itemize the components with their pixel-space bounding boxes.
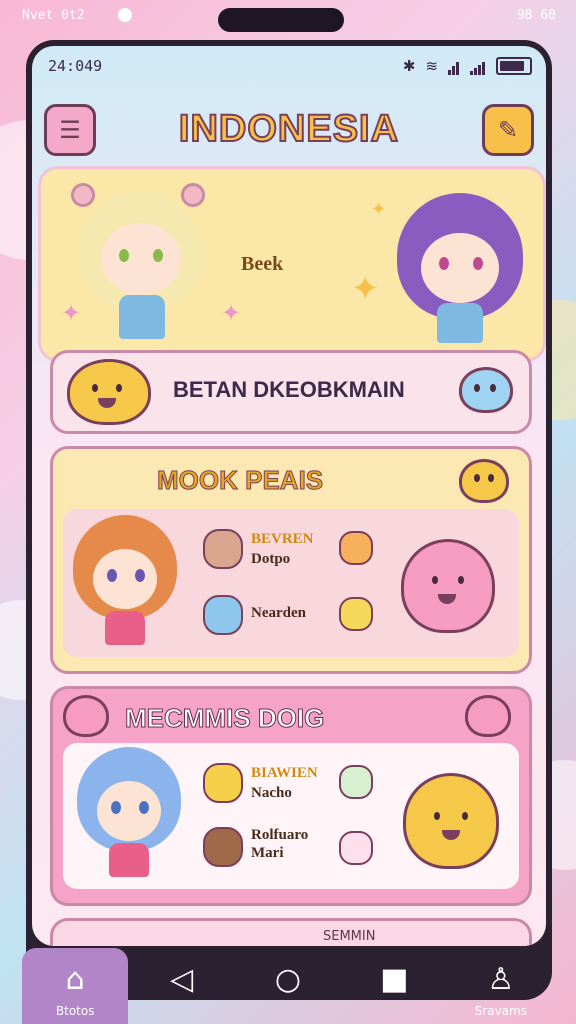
brown-bear-sticker-icon xyxy=(203,827,243,867)
chibi-blue-character xyxy=(77,747,187,883)
section-2-item-2: Nacho xyxy=(251,785,292,801)
nav-profile[interactable]: ♙ Sravams xyxy=(448,948,554,1024)
camera-dot-icon xyxy=(118,8,132,22)
nav-home[interactable]: ⌂ Btotos xyxy=(22,948,129,1024)
bluetooth-icon: ✱ xyxy=(402,57,416,75)
section-2-item-4: Mari xyxy=(251,845,284,861)
banner-label: BETAN DKEOBKMAIN xyxy=(173,377,405,402)
section-2-item-3: Rolfuaro xyxy=(251,827,309,843)
status-time: 24:049 xyxy=(48,57,103,75)
home-icon: ⌂ xyxy=(65,962,85,997)
section-1-content: BEVREN Dotpo Nearden xyxy=(63,509,519,657)
wifi-icon: ≋ xyxy=(425,57,438,75)
yellow-blob-icon xyxy=(403,773,499,869)
section-2-title: MECMMIS DOIG xyxy=(124,703,325,734)
phone-frame: 24:049 ✱ ≋ ☰ INDONESIA ✎ ✦ ✦ ✦ ✦ Beek BE… xyxy=(26,40,552,1000)
section-1-item-3: Nearden xyxy=(251,605,306,621)
bottom-nav: ⌂ Btotos ◁ ○ ■ ♙ Sravams xyxy=(22,948,554,1024)
app-screen: 24:049 ✱ ≋ ☰ INDONESIA ✎ ✦ ✦ ✦ ✦ Beek BE… xyxy=(32,46,546,946)
hero-banner[interactable]: ✦ ✦ ✦ ✦ Beek xyxy=(38,166,546,362)
signal-2-icon xyxy=(470,57,486,75)
home-circle-icon: ○ xyxy=(274,962,302,997)
app-bar: ☰ INDONESIA ✎ xyxy=(32,94,546,164)
nav-profile-label: Sravams xyxy=(474,1004,527,1018)
sparkle-icon: ✦ xyxy=(221,299,242,327)
cat-sticker-icon xyxy=(203,595,243,635)
status-bar: 24:049 ✱ ≋ xyxy=(32,52,546,82)
pink-blob-icon xyxy=(401,539,495,633)
profile-icon: ♙ xyxy=(487,962,515,997)
bunny-sticker-icon xyxy=(339,597,373,631)
status-icons: ✱ ≋ xyxy=(403,57,532,75)
signal-icon xyxy=(448,57,460,75)
turnip-sticker-icon xyxy=(339,765,373,799)
bear-sticker-icon xyxy=(203,529,243,569)
section-1-title: MOOK PEAIS xyxy=(156,465,324,496)
device-status-left: Nvet 0t2 xyxy=(22,8,85,23)
blue-blob-icon xyxy=(459,367,513,413)
section-card-1[interactable]: MOOK PEAIS BEVREN Dotpo Nearden xyxy=(50,446,532,674)
sparkle-icon: ✦ xyxy=(371,199,387,220)
section-card-2[interactable]: MECMMIS DOIG BIAWIEN Nacho Rolfuaro Mari xyxy=(50,686,532,906)
section-2-item-1: BIAWIEN xyxy=(251,765,318,781)
notch xyxy=(218,8,344,32)
edit-icon: ✎ xyxy=(497,116,519,144)
recents-icon: ■ xyxy=(380,962,409,997)
section-1-item-1: BEVREN xyxy=(251,531,314,547)
chibi-purple-character xyxy=(397,183,527,353)
edit-button[interactable]: ✎ xyxy=(482,104,534,156)
bunny-sticker-icon xyxy=(339,831,373,865)
section-1-item-2: Dotpo xyxy=(251,551,291,567)
yellow-bear-sticker-icon xyxy=(203,763,243,803)
section-2-content: BIAWIEN Nacho Rolfuaro Mari xyxy=(63,743,519,889)
chibi-blonde-character xyxy=(71,183,211,353)
sparkle-icon: ✦ xyxy=(61,299,82,327)
nav-recents[interactable]: ■ xyxy=(341,948,447,1024)
candy-sticker-icon xyxy=(339,531,373,565)
pink-blob-icon xyxy=(63,695,109,737)
section-card-3-peek[interactable]: SEMMIN xyxy=(50,918,532,946)
nav-home-circle[interactable]: ○ xyxy=(235,948,341,1024)
yellow-blob-icon xyxy=(459,459,509,503)
page-title: INDONESIA xyxy=(178,107,400,151)
chibi-orange-character xyxy=(73,515,183,651)
nav-back[interactable]: ◁ xyxy=(128,948,234,1024)
device-status-right: 98 60 xyxy=(516,8,556,23)
back-icon: ◁ xyxy=(170,962,194,997)
yellow-blob-icon xyxy=(67,359,151,425)
section-3-label: SEMMIN xyxy=(323,929,376,944)
hero-label: Beek xyxy=(241,253,284,275)
battery-icon xyxy=(496,57,532,75)
featured-banner[interactable]: BETAN DKEOBKMAIN xyxy=(50,350,532,434)
pink-blob-icon xyxy=(465,695,511,737)
nav-home-label: Btotos xyxy=(55,1004,95,1018)
sparkle-icon: ✦ xyxy=(351,269,380,309)
